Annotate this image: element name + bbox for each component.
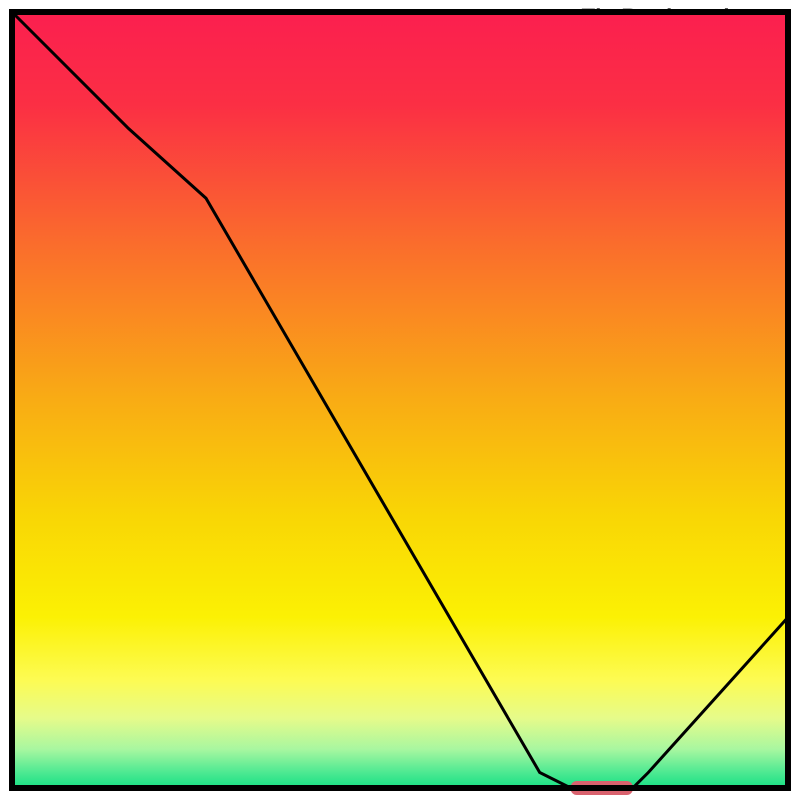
bottleneck-chart <box>0 0 800 800</box>
chart-plot-area <box>12 12 788 795</box>
